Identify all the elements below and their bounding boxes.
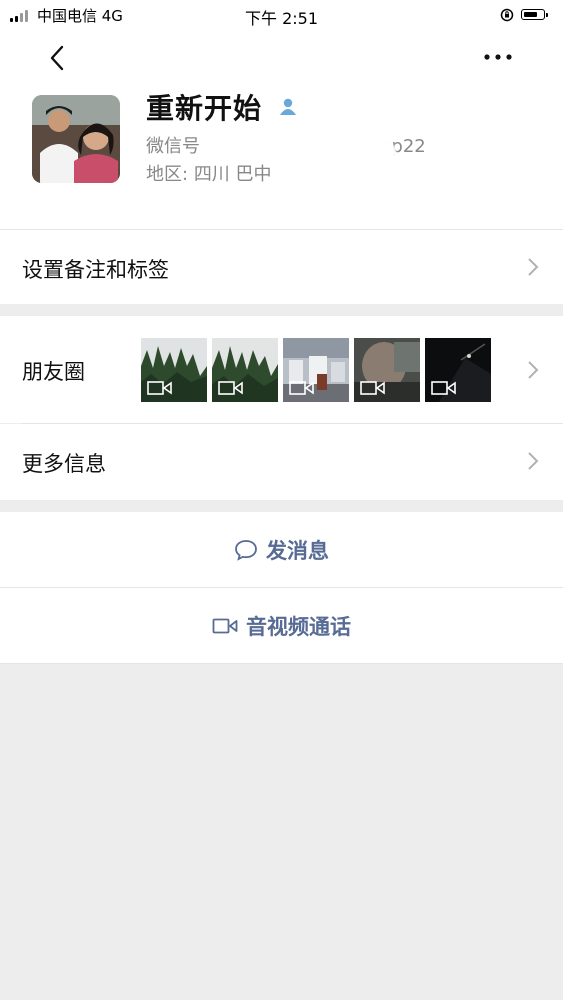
chat-bubble-icon (235, 539, 257, 561)
back-icon[interactable] (48, 44, 66, 72)
moments-thumbnails (141, 338, 491, 402)
moments-thumbnail[interactable] (425, 338, 491, 402)
section-gap (0, 304, 563, 316)
send-message-label: 发消息 (266, 538, 329, 563)
clock: 下午 2:51 (244, 9, 319, 28)
moments-thumbnail[interactable] (354, 338, 420, 402)
more-icon[interactable] (481, 50, 515, 64)
divider (0, 663, 563, 664)
video-call-label: 音视频通话 (246, 614, 351, 639)
video-icon (147, 381, 172, 395)
remark-tags-row[interactable]: 设置备注和标签 (0, 230, 563, 304)
rotation-lock-icon (500, 8, 514, 22)
moments-thumbnail[interactable] (283, 338, 349, 402)
more-info-row[interactable]: 更多信息 (0, 424, 563, 500)
video-icon (218, 381, 243, 395)
contact-name: 重新开始 (146, 92, 263, 125)
section-gap (0, 500, 563, 512)
video-icon (360, 381, 385, 395)
video-icon (431, 381, 456, 395)
video-icon (289, 381, 314, 395)
nav-bar (0, 30, 563, 85)
region-value: 四川 巴中 (193, 164, 272, 185)
more-info-label: 更多信息 (22, 452, 106, 476)
video-call-button[interactable]: 音视频通话 (0, 588, 563, 663)
remark-tags-label: 设置备注和标签 (22, 258, 169, 282)
moments-thumbnail[interactable] (141, 338, 207, 402)
avatar[interactable] (32, 95, 120, 183)
contact-icon (280, 98, 296, 115)
chevron-right-icon (528, 361, 539, 379)
moments-thumbnail[interactable] (212, 338, 278, 402)
moments-row[interactable]: 朋友圈 (0, 316, 563, 423)
battery-icon (521, 9, 548, 20)
region: 地区: 四川 巴中 (146, 160, 272, 186)
wechat-id-label: 微信号 (146, 136, 200, 157)
video-camera-icon (212, 618, 238, 633)
chevron-right-icon (528, 452, 539, 470)
chevron-right-icon (528, 258, 539, 276)
send-message-button[interactable]: 发消息 (0, 512, 563, 587)
moments-label: 朋友圈 (22, 360, 85, 384)
region-label: 地区: (146, 164, 189, 185)
status-bar: 中国电信 4G 下午 2:51 (0, 0, 563, 30)
profile-header: 重新开始 微信号 np22 地区: 四川 巴中 (0, 85, 563, 229)
